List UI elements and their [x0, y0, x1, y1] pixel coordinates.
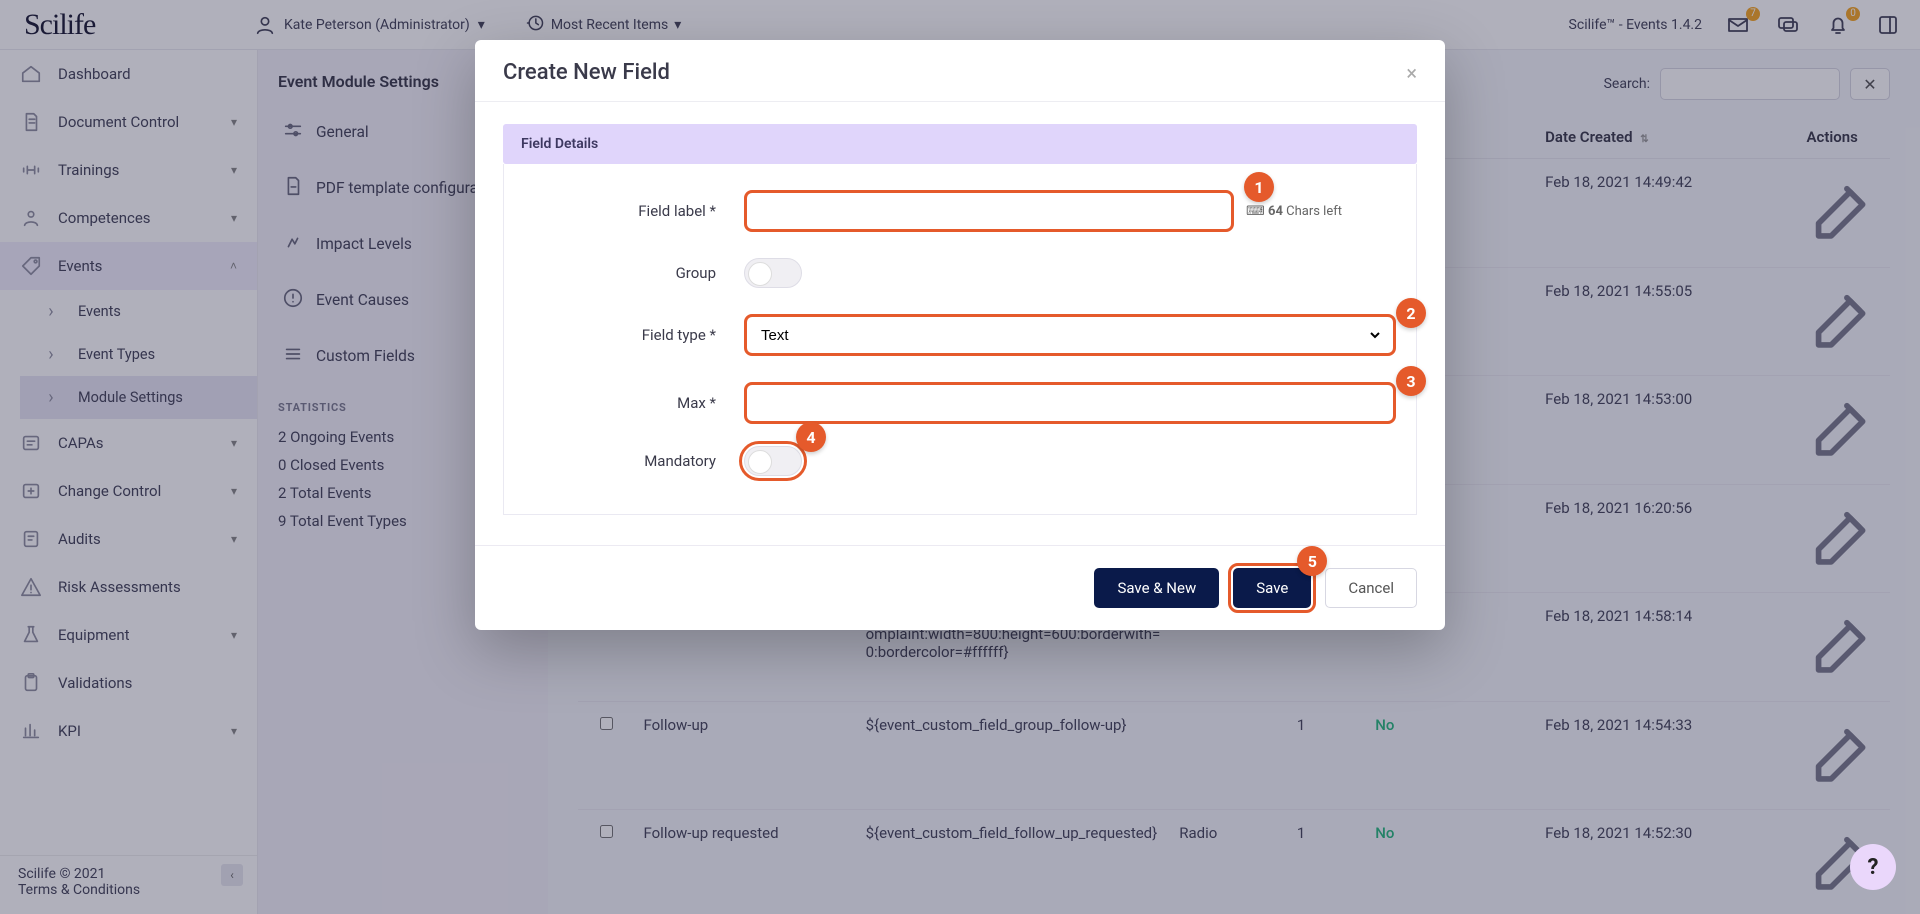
modal-body: Field Details Field label * 1 ⌨ 64 Chars…: [475, 102, 1445, 545]
save-and-new-button[interactable]: Save & New: [1094, 568, 1219, 608]
keyboard-icon: ⌨: [1246, 204, 1265, 219]
label-max: Max *: [524, 394, 744, 412]
label-field-type: Field type *: [524, 326, 744, 344]
modal-footer: Save & New Save 5 Cancel: [475, 545, 1445, 630]
marker-2: 2: [1396, 298, 1426, 328]
help-fab[interactable]: ?: [1850, 844, 1896, 890]
marker-1: 1: [1244, 172, 1274, 202]
marker-3: 3: [1396, 366, 1426, 396]
modal-header: Create New Field ×: [475, 40, 1445, 102]
chars-left: ⌨ 64 Chars left: [1246, 204, 1342, 219]
form: Field label * 1 ⌨ 64 Chars left G: [503, 164, 1417, 515]
mandatory-toggle[interactable]: [744, 446, 802, 476]
modal-overlay: Create New Field × Field Details Field l…: [0, 0, 1920, 914]
label-field-label: Field label *: [524, 202, 744, 220]
field-label-input-wrap: [744, 190, 1234, 232]
field-type-select-wrap: Text: [744, 314, 1396, 356]
save-button[interactable]: Save: [1233, 568, 1311, 608]
group-toggle[interactable]: [744, 258, 802, 288]
max-input-wrap: [744, 382, 1396, 424]
marker-5: 5: [1297, 546, 1327, 576]
modal-title: Create New Field: [503, 60, 670, 85]
marker-4: 4: [796, 422, 826, 452]
field-type-select[interactable]: Text: [757, 317, 1383, 353]
section-title: Field Details: [503, 124, 1417, 164]
cancel-button[interactable]: Cancel: [1325, 568, 1417, 608]
field-label-input[interactable]: [757, 193, 1221, 229]
label-mandatory: Mandatory: [524, 452, 744, 470]
max-input[interactable]: [757, 385, 1383, 421]
create-field-modal: Create New Field × Field Details Field l…: [475, 40, 1445, 630]
close-icon[interactable]: ×: [1406, 61, 1417, 85]
label-group: Group: [524, 264, 744, 282]
